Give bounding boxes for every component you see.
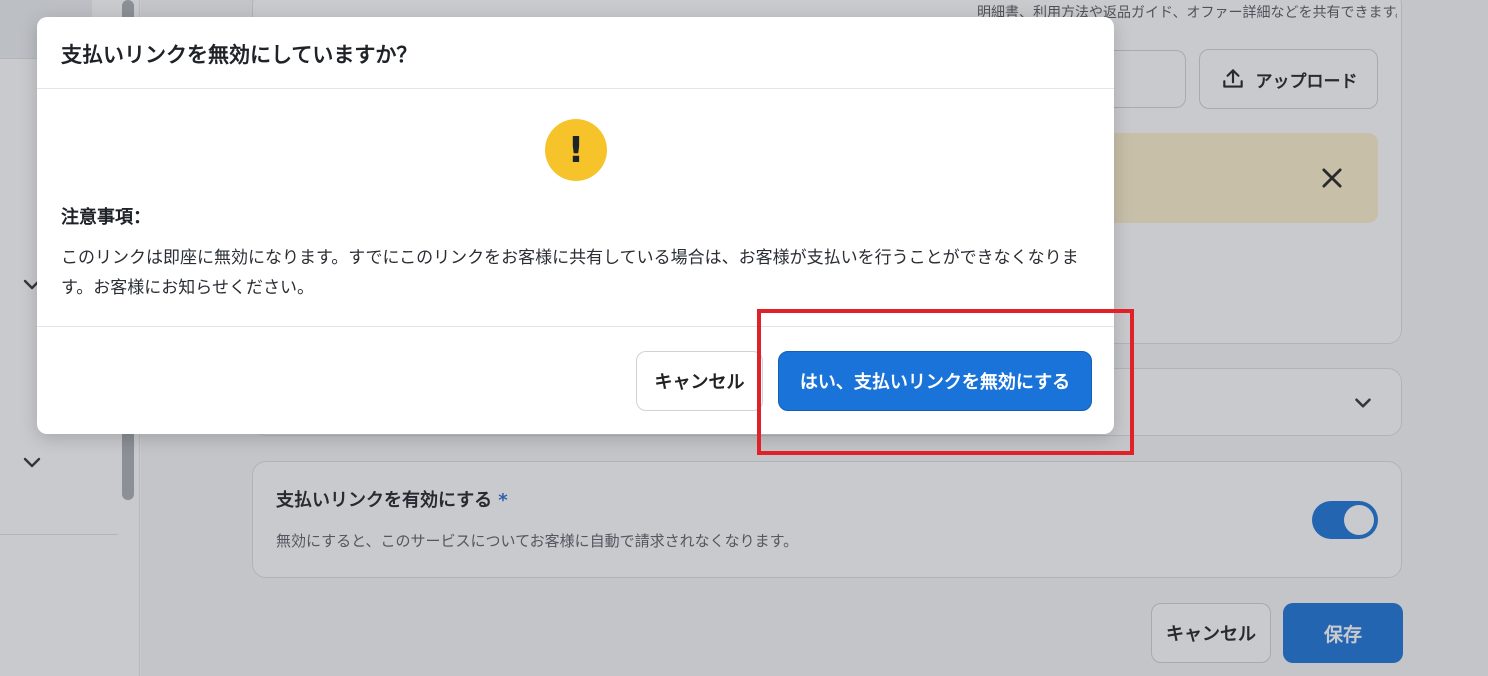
dialog-divider	[37, 88, 1114, 89]
notice-heading: 注意事項：	[61, 207, 151, 228]
warning-icon: !	[545, 119, 607, 181]
dialog-title: 支払いリンクを無効にしていますか？	[61, 43, 418, 67]
dialog-cancel-button[interactable]: キャンセル	[636, 351, 763, 411]
highlight-annotation	[757, 309, 1134, 455]
notice-body: このリンクは即座に無効になります。すでにこのリンクをお客様に共有している場合は、…	[61, 248, 1079, 298]
